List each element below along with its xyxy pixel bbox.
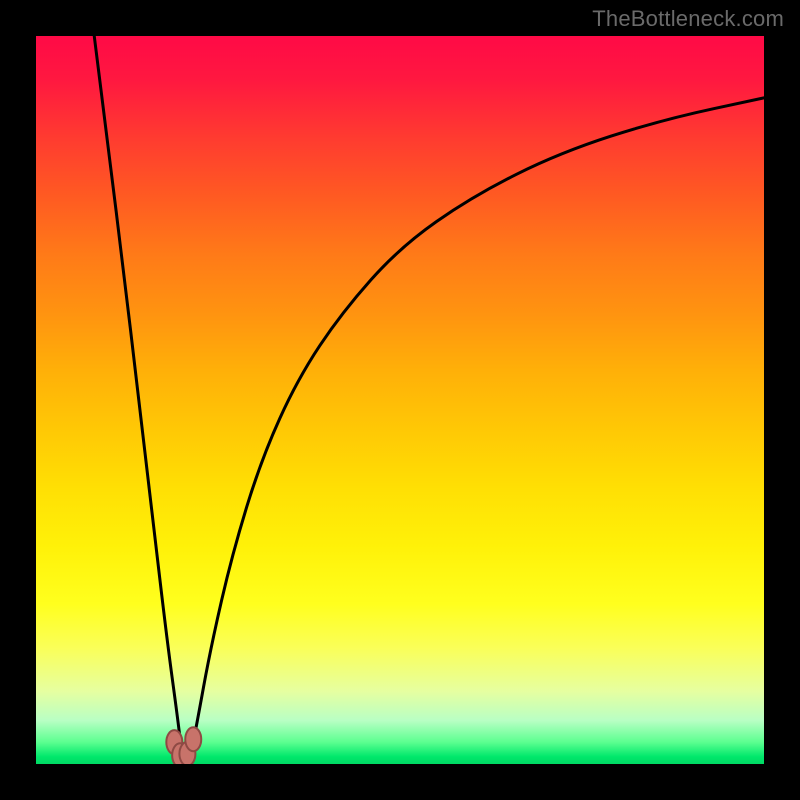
watermark-text: TheBottleneck.com (592, 6, 784, 32)
plot-area (36, 36, 764, 764)
curve-right-branch (189, 98, 764, 764)
curve-left-branch (94, 36, 183, 764)
chart-frame: TheBottleneck.com (0, 0, 800, 800)
chart-svg (36, 36, 764, 764)
minimum-marker-cluster (166, 727, 201, 764)
marker-point (185, 727, 201, 751)
